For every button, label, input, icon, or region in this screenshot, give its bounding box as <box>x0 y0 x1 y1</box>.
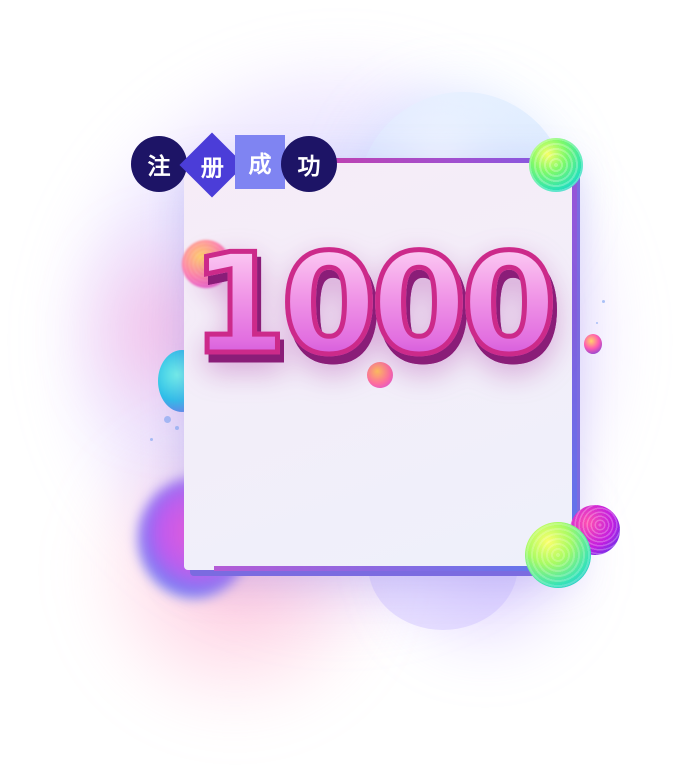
title-char-2: 册 <box>200 155 224 181</box>
title-badge-4: 功 <box>281 136 337 192</box>
title-badges: 注 册 成 功 <box>131 132 341 198</box>
bubble-dot <box>150 438 153 441</box>
tiny-sphere-decoration <box>584 334 602 354</box>
card-bottom-border <box>214 566 577 571</box>
card-right-border <box>572 158 577 570</box>
green-sphere-top-decoration <box>529 138 583 192</box>
bubble-dot <box>175 426 179 430</box>
title-char-4: 功 <box>297 154 321 180</box>
headline-number: 1000 <box>186 233 559 376</box>
bubble-dot <box>164 416 171 423</box>
bubble-dot <box>602 300 605 303</box>
bubble-dot <box>596 322 598 324</box>
green-sphere-bottom-decoration <box>525 522 591 588</box>
title-badge-3: 成 <box>235 135 285 189</box>
title-char-1: 注 <box>147 154 171 180</box>
title-char-3: 成 <box>248 152 272 178</box>
